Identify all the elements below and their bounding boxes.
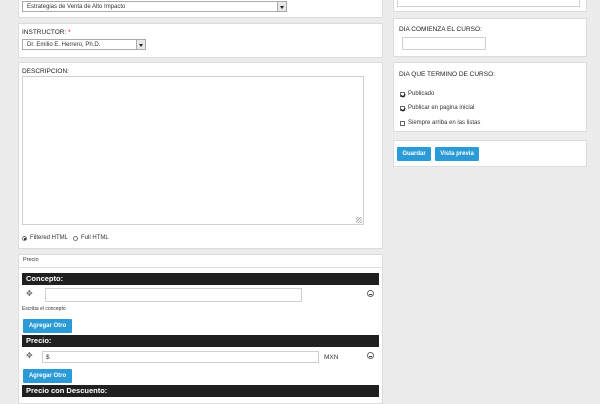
- add-precio-button[interactable]: Agregar Otro: [23, 369, 72, 383]
- start-date-label: DIA COMIENZA EL CURSO:: [399, 26, 482, 33]
- end-date-panel: DIA QUE TERMINO DE CURSO: Publicado Publ…: [393, 62, 587, 132]
- precio-header: Precio:: [22, 335, 379, 347]
- publicado-label: Publicado: [408, 91, 435, 97]
- precio-input[interactable]: $: [42, 351, 319, 363]
- chevron-down-icon: [136, 40, 145, 49]
- actions-panel: Guardar Vista previa: [393, 140, 587, 167]
- instructor-label: INSTRUCTOR: *: [22, 29, 71, 36]
- instructor-panel: INSTRUCTOR: * Dr. Emilio E. Herrero, Ph.…: [18, 23, 383, 58]
- instructor-select-value: Dr. Emilio E. Herrero, Ph.D.: [27, 42, 101, 48]
- descuento-header: Precio con Descuento:: [22, 385, 379, 397]
- concepto-input[interactable]: [45, 288, 302, 302]
- format-filtered-radio[interactable]: [22, 236, 27, 241]
- preview-button[interactable]: Vista previa: [435, 147, 479, 161]
- instructor-select[interactable]: Dr. Emilio E. Herrero, Ph.D.: [22, 39, 146, 50]
- add-concepto-button[interactable]: Agregar Otro: [23, 319, 72, 333]
- required-mark: *: [68, 29, 71, 36]
- start-date-input[interactable]: [402, 37, 486, 50]
- siempre-arriba-checkbox[interactable]: [400, 121, 405, 126]
- save-button[interactable]: Guardar: [397, 147, 431, 161]
- currency-symbol: $: [46, 354, 50, 361]
- concepto-header: Concepto:: [22, 273, 379, 285]
- descuento-label: Precio con Descuento:: [26, 386, 108, 395]
- divider: [19, 267, 382, 268]
- descripcion-textarea[interactable]: [22, 76, 364, 225]
- currency-label: MXN: [324, 354, 339, 361]
- course-select[interactable]: Estrategias de Venta de Alto Impacto: [22, 1, 287, 12]
- chevron-down-icon: [277, 2, 286, 11]
- pagina-inicial-label: Publicar en pagina inicial: [408, 105, 475, 111]
- remove-row-icon[interactable]: [367, 290, 374, 297]
- end-date-label: DIA QUE TERMINO DE CURSO:: [399, 71, 495, 78]
- format-filtered-label: Filtered HTML: [30, 235, 69, 241]
- instructor-label-text: INSTRUCTOR:: [22, 29, 67, 36]
- remove-row-icon[interactable]: [367, 352, 374, 359]
- descripcion-label: DESCRIPCION:: [22, 68, 69, 75]
- start-date-panel: DIA COMIENZA EL CURSO:: [393, 18, 587, 57]
- publicado-checkbox[interactable]: [400, 92, 405, 97]
- format-full-radio[interactable]: [73, 236, 78, 241]
- descripcion-panel: DESCRIPCION: Filtered HTML Full HTML: [18, 62, 383, 249]
- resize-handle[interactable]: [356, 217, 362, 223]
- concepto-label: Concepto:: [26, 274, 64, 283]
- precio-panel: Precio Concepto: ✥ Escriba el concepto A…: [18, 254, 383, 404]
- drag-handle-icon[interactable]: ✥: [26, 352, 33, 360]
- siempre-arriba-label: Siempre arriba en las listas: [408, 120, 481, 126]
- drag-handle-icon[interactable]: ✥: [26, 290, 33, 298]
- sidebar-top-panel: [393, 0, 587, 12]
- format-full-label: Full HTML: [81, 235, 109, 241]
- course-select-value: Estrategias de Venta de Alto Impacto: [27, 4, 126, 10]
- concepto-hint: Escriba el concepto: [22, 306, 66, 312]
- precio-label: Precio:: [26, 336, 52, 345]
- course-panel: Estrategias de Venta de Alto Impacto: [18, 0, 383, 18]
- sidebar-top-field[interactable]: [397, 0, 580, 7]
- pagina-inicial-checkbox[interactable]: [400, 106, 405, 111]
- precio-section-title: Precio: [23, 257, 39, 263]
